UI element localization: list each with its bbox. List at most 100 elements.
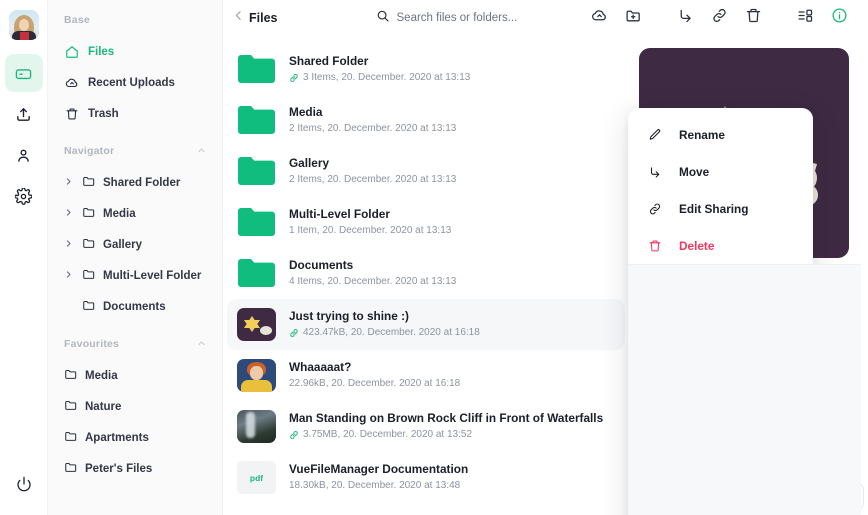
- nav-item-shared-folder[interactable]: Shared Folder: [48, 167, 222, 198]
- favourite-item-media[interactable]: Media: [48, 360, 222, 391]
- chevron-right-icon[interactable]: [64, 177, 75, 189]
- folder-outline-icon: [82, 205, 96, 222]
- context-menu-item-move[interactable]: Move: [628, 153, 813, 190]
- cloud-upload-icon: [591, 7, 608, 29]
- folder-outline-icon: [82, 267, 96, 284]
- file-row-text: Man Standing on Brown Rock Cliff in Fron…: [289, 411, 603, 443]
- sidebar-item-files[interactable]: Files: [48, 36, 222, 67]
- chevron-right-icon[interactable]: [64, 270, 75, 282]
- favourite-item-media-label: Media: [85, 369, 118, 382]
- rail-item-logout[interactable]: [5, 465, 43, 503]
- folder-icon: [237, 257, 276, 290]
- chevron-left-icon: [232, 9, 245, 27]
- sidebar: Base Files Recent Uploads Trash Navigato…: [48, 0, 223, 515]
- favourite-item-peters-files[interactable]: Peter's Files: [48, 453, 222, 484]
- info-icon: [831, 7, 848, 29]
- context-menu: Rename Move Edit Sharing Delete: [628, 108, 861, 515]
- toolbar-upload-button[interactable]: [582, 3, 616, 33]
- toolbar-view-toggle-button[interactable]: [788, 3, 822, 33]
- chevron-up-icon: [197, 146, 206, 157]
- favourite-item-peters-files-label: Peter's Files: [85, 462, 153, 475]
- sidebar-item-trash[interactable]: Trash: [48, 98, 222, 129]
- file-meta-text: 2 Items, 20. December. 2020 at 13:13: [289, 123, 457, 135]
- context-menu-item-edit-sharing[interactable]: Edit Sharing: [628, 190, 813, 227]
- file-meta-text: 2 Items, 20. December. 2020 at 13:13: [289, 174, 457, 186]
- file-row-text: Media 2 Items, 20. December. 2020 at 13:…: [289, 105, 456, 137]
- favourite-item-apartments[interactable]: Apartments: [48, 422, 222, 453]
- file-meta-text: 3.75MB, 20. December. 2020 at 13:52: [303, 429, 472, 441]
- rail-item-files[interactable]: [4, 54, 43, 92]
- table-row[interactable]: Gallery 2 Items, 20. December. 2020 at 1…: [227, 146, 625, 197]
- move-icon: [647, 165, 663, 179]
- file-name: Gallery: [289, 155, 330, 170]
- table-row[interactable]: Documents 4 Items, 20. December. 2020 at…: [227, 248, 625, 299]
- chevron-right-icon[interactable]: [64, 239, 75, 251]
- table-row[interactable]: Whaaaaat? 22.96kB, 20. December. 2020 at…: [227, 350, 625, 401]
- file-meta: 2 Items, 20. December. 2020 at 13:13: [289, 121, 456, 136]
- file-meta: 1 Item, 20. December. 2020 at 13:13: [289, 223, 451, 238]
- breadcrumb[interactable]: Files: [249, 11, 278, 25]
- file-row-text: Multi-Level Folder 1 Item, 20. December.…: [289, 207, 451, 239]
- toolbar-actions: [582, 3, 856, 33]
- home-icon: [64, 44, 79, 59]
- folder-outline-icon: [64, 367, 78, 384]
- table-row[interactable]: Man Standing on Brown Rock Cliff in Fron…: [227, 401, 625, 452]
- shared-link-icon: [289, 328, 299, 338]
- nav-item-multi-level-folder-label: Multi-Level Folder: [103, 269, 202, 282]
- file-row-text: Just trying to shine :) 423.47kB, 20. De…: [289, 309, 480, 341]
- toolbar-move-button[interactable]: [668, 3, 702, 33]
- file-meta: 423.47kB, 20. December. 2020 at 16:18: [289, 325, 480, 340]
- trash-icon: [64, 106, 79, 121]
- nav-item-multi-level-folder[interactable]: Multi-Level Folder: [48, 260, 222, 291]
- favourite-item-apartments-label: Apartments: [85, 431, 149, 444]
- favourite-item-nature[interactable]: Nature: [48, 391, 222, 422]
- file-list: Shared Folder 3 Items, 20. December. 202…: [223, 36, 635, 515]
- sidebar-section-favourites[interactable]: Favourites: [48, 338, 222, 350]
- toolbar-delete-button[interactable]: [736, 3, 770, 33]
- rail-item-upload[interactable]: [5, 95, 43, 133]
- file-name: Whaaaaat?: [289, 359, 352, 374]
- toolbar-new-folder-button[interactable]: [616, 3, 650, 33]
- sidebar-section-navigator[interactable]: Navigator: [48, 145, 222, 157]
- file-meta: 3 Items, 20. December. 2020 at 13:13: [289, 70, 470, 85]
- table-row[interactable]: Shared Folder 3 Items, 20. December. 202…: [227, 44, 625, 95]
- sidebar-item-recent-uploads-label: Recent Uploads: [88, 76, 175, 89]
- back-button[interactable]: [229, 9, 247, 27]
- cloud-upload-icon: [64, 75, 79, 90]
- folder-outline-icon: [64, 398, 78, 415]
- file-row-text: Documents 4 Items, 20. December. 2020 at…: [289, 258, 456, 290]
- avatar[interactable]: [8, 10, 39, 40]
- sidebar-item-recent-uploads[interactable]: Recent Uploads: [48, 67, 222, 98]
- table-row[interactable]: pdf VueFileManager Documentation 18.30kB…: [227, 452, 625, 503]
- table-row[interactable]: Multi-Level Folder 1 Item, 20. December.…: [227, 197, 625, 248]
- search-box[interactable]: [376, 9, 572, 28]
- new-folder-icon: [625, 7, 642, 29]
- context-menu-item-rename[interactable]: Rename: [628, 116, 813, 153]
- trash-icon: [647, 239, 663, 253]
- file-name: VueFileManager Documentation: [289, 461, 469, 476]
- chevron-right-icon[interactable]: [64, 208, 75, 220]
- file-name: Documents: [289, 257, 354, 272]
- rail-item-account[interactable]: [5, 136, 43, 174]
- folder-outline-icon: [64, 460, 78, 477]
- nav-item-documents[interactable]: Documents: [48, 291, 222, 322]
- context-menu-item-label: Edit Sharing: [679, 201, 749, 216]
- toolbar-share-link-button[interactable]: [702, 3, 736, 33]
- folder-outline-icon: [82, 174, 96, 191]
- table-row[interactable]: Media 2 Items, 20. December. 2020 at 13:…: [227, 95, 625, 146]
- file-meta: 18.30kB, 20. December. 2020 at 13:48: [289, 478, 468, 493]
- table-row[interactable]: Just trying to shine :) 423.47kB, 20. De…: [227, 299, 625, 350]
- toolbar-info-button[interactable]: [822, 3, 856, 33]
- file-name: Shared Folder: [289, 53, 369, 68]
- rail-item-settings[interactable]: [5, 177, 43, 215]
- search-input[interactable]: [396, 12, 572, 24]
- sidebar-section-base: Base: [48, 14, 222, 26]
- view-toggle-icon: [797, 7, 814, 29]
- nav-item-media[interactable]: Media: [48, 198, 222, 229]
- sidebar-section-base-label: Base: [64, 14, 90, 26]
- nav-item-gallery[interactable]: Gallery: [48, 229, 222, 260]
- power-icon: [16, 476, 32, 492]
- context-menu-item-detail[interactable]: Detail: [628, 264, 861, 515]
- link-icon: [711, 7, 728, 29]
- context-menu-item-delete[interactable]: Delete: [628, 227, 813, 264]
